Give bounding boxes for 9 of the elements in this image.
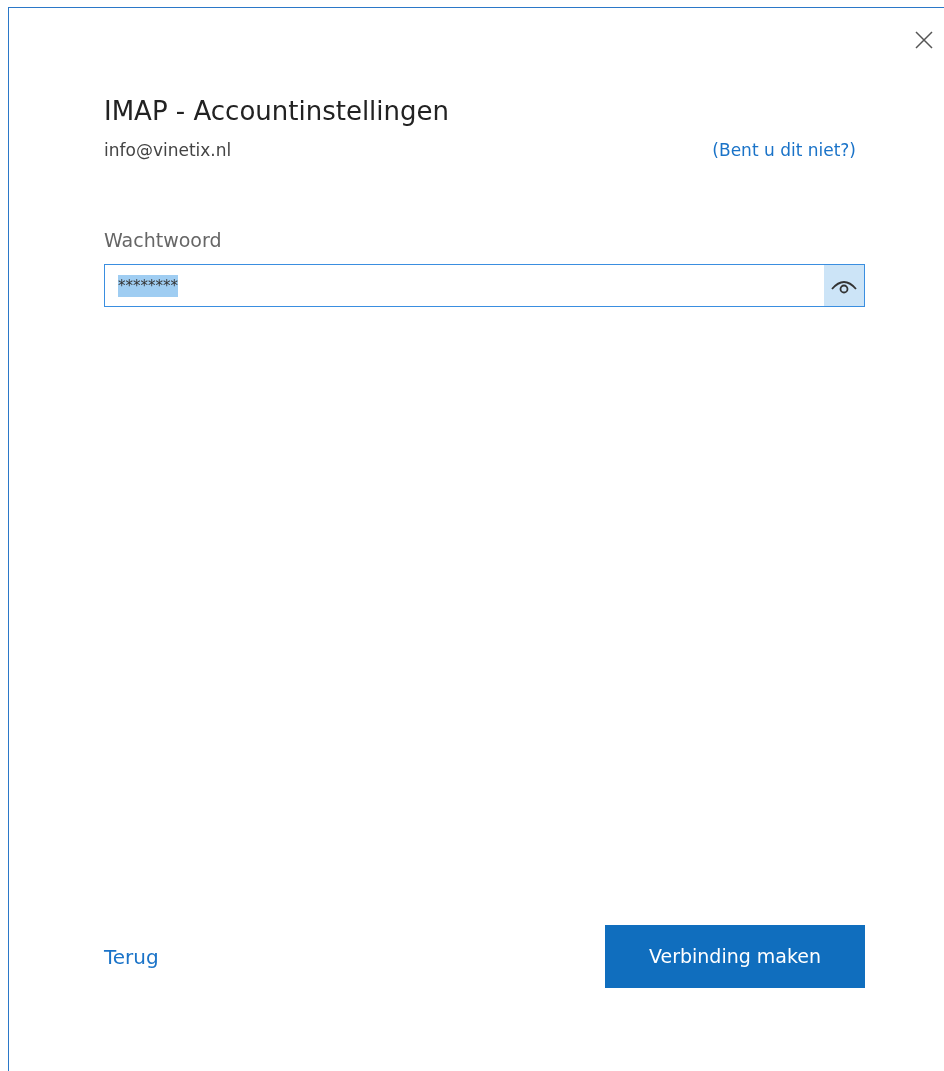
password-field[interactable]: ********	[104, 264, 865, 307]
dialog-title: IMAP - Accountinstellingen	[104, 95, 450, 128]
back-link[interactable]: Terug	[104, 941, 159, 972]
connect-button[interactable]: Verbinding maken	[605, 925, 865, 988]
password-value: ********	[118, 274, 178, 297]
password-label: Wachtwoord	[104, 227, 222, 253]
account-email: info@vinetix.nl	[104, 139, 232, 162]
show-password-button[interactable]	[824, 265, 864, 306]
not-you-link[interactable]: (Bent u dit niet?)	[712, 138, 856, 164]
